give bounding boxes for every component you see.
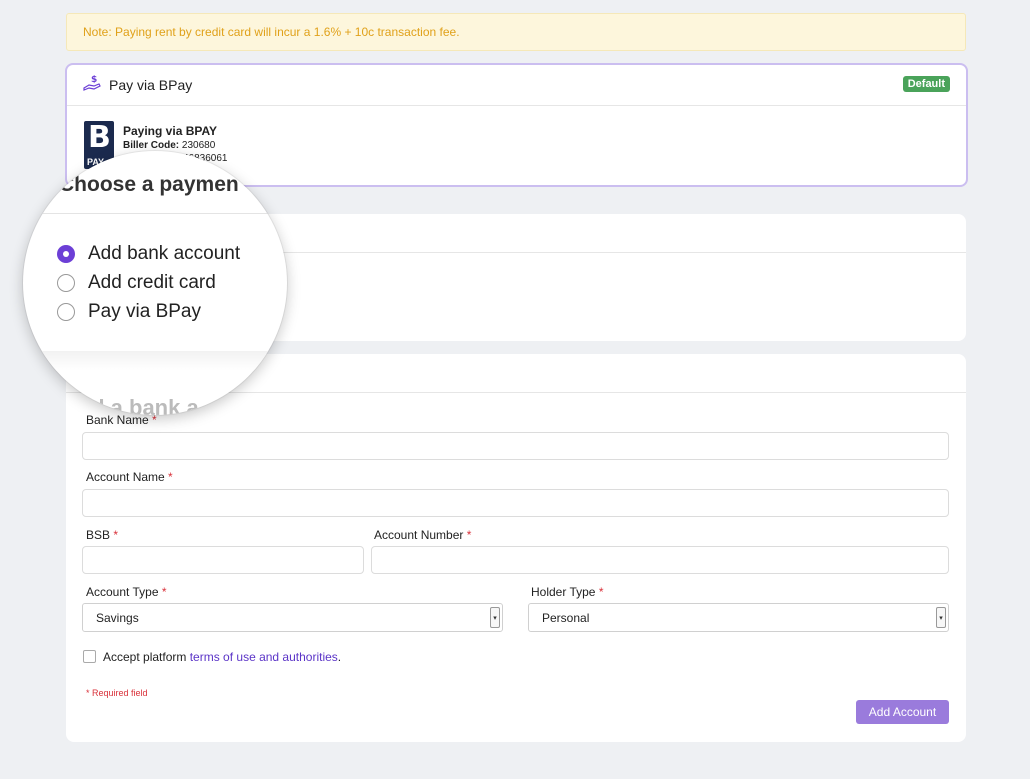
default-badge: Default xyxy=(902,76,950,92)
chevron-updown-icon: ▾ xyxy=(936,607,946,628)
add-bank-heading-fragment: ld a bank a xyxy=(85,395,199,415)
account-type-label: Account Type * xyxy=(86,585,167,599)
radio-pay-via-bpay[interactable]: Pay via BPay xyxy=(57,301,201,323)
account-type-value: Savings xyxy=(96,610,139,625)
required-field-note: * Required field xyxy=(86,688,148,698)
holder-type-select[interactable]: Personal ▾ xyxy=(528,603,949,632)
accept-terms-checkbox[interactable] xyxy=(83,650,96,663)
add-account-button[interactable]: Add Account xyxy=(856,700,949,724)
svg-text:$: $ xyxy=(91,75,97,85)
terms-link[interactable]: terms of use and authorities xyxy=(190,650,338,664)
account-type-select[interactable]: Savings ▾ xyxy=(82,603,503,632)
bsb-input[interactable] xyxy=(82,546,364,574)
bpay-card-header: $ Pay via BPay Default xyxy=(67,65,966,106)
radio-icon xyxy=(57,274,75,292)
bsb-label: BSB * xyxy=(86,528,119,542)
accept-terms-label: Accept platform terms of use and authori… xyxy=(103,650,342,664)
biller-code: Biller Code: 230680 xyxy=(123,140,216,151)
radio-icon xyxy=(57,303,75,321)
chevron-updown-icon: ▾ xyxy=(490,607,500,628)
account-number-label: Account Number * xyxy=(374,528,472,542)
holder-type-label: Holder Type * xyxy=(531,585,604,599)
hand-money-icon: $ xyxy=(83,74,101,97)
choose-payment-heading: Choose a paymen xyxy=(59,173,239,196)
account-number-input[interactable] xyxy=(371,546,949,574)
bank-name-input[interactable] xyxy=(82,432,949,460)
holder-type-value: Personal xyxy=(542,610,590,625)
bpay-info-title: Paying via BPAY xyxy=(123,124,218,138)
radio-add-credit-card[interactable]: Add credit card xyxy=(57,272,216,294)
account-name-input[interactable] xyxy=(82,489,949,517)
fee-notice: Note: Paying rent by credit card will in… xyxy=(66,13,966,51)
account-name-label: Account Name * xyxy=(86,470,173,484)
bank-name-label: Bank Name * xyxy=(86,413,157,427)
radio-selected-icon xyxy=(57,245,75,263)
radio-add-bank-account[interactable]: Add bank account xyxy=(57,243,240,265)
bpay-card-title: Pay via BPay xyxy=(109,77,193,93)
magnifier-overlay: Choose a paymen Add bank account Add cre… xyxy=(23,151,287,415)
fee-notice-text: Note: Paying rent by credit card will in… xyxy=(83,25,460,39)
